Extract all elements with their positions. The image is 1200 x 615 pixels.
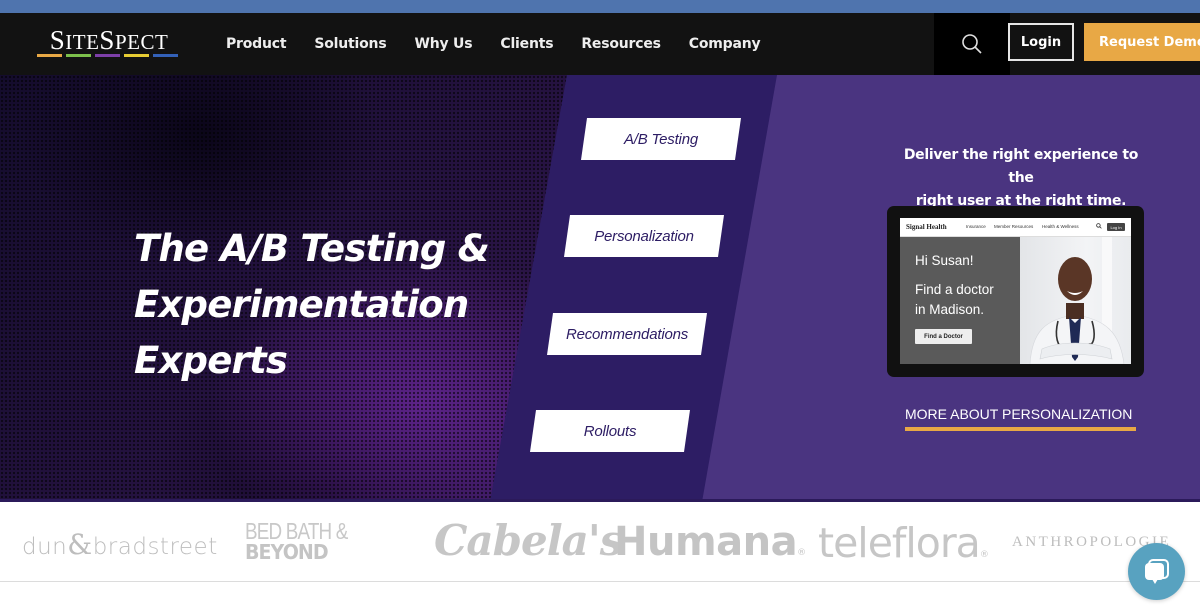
sitespect-logo[interactable]: SITESPECT [36, 26, 182, 60]
mockup-link-member-resources: Member Resources [994, 224, 1034, 229]
chat-bubble-icon [1144, 558, 1169, 584]
logo-teleflora: teleflora® [818, 519, 989, 567]
logo-bed-bath-beyond: BED BATH & BEYOND [245, 518, 370, 564]
doctor-illustration [1029, 237, 1125, 364]
nav-why-us[interactable]: Why Us [414, 36, 472, 52]
pill-ab-testing[interactable]: A/B Testing [581, 118, 741, 160]
browser-top-bar [0, 0, 1200, 13]
chat-widget-button[interactable] [1128, 543, 1185, 600]
search-icon [962, 34, 982, 54]
personalization-tagline: Deliver the right experience to the righ… [890, 144, 1152, 213]
login-button[interactable]: Login [1008, 23, 1074, 61]
mockup-message-line-1: Find a doctor [915, 282, 994, 297]
nav-product[interactable]: Product [226, 36, 287, 52]
mockup-link-health-wellness: Health & Wellness [1042, 224, 1079, 229]
request-demo-button[interactable]: Request Demo [1084, 23, 1200, 61]
more-about-personalization-link[interactable]: MORE ABOUT PERSONALIZATION [905, 406, 1132, 422]
nav-solutions[interactable]: Solutions [314, 36, 386, 52]
headline-line-3: Experts [134, 339, 288, 382]
logo-bar-orange [37, 54, 62, 57]
main-nav: Product Solutions Why Us Clients Resourc… [212, 13, 774, 75]
client-logos-strip: dun&bradstreet BED BATH & BEYOND Cabela'… [0, 502, 1200, 582]
site-header: SITESPECT Product Solutions Why Us Clien… [0, 13, 1200, 75]
mockup-message-panel: Hi Susan! Find a doctor in Madison. Find… [900, 237, 1020, 364]
mockup-search-icon [1096, 223, 1102, 229]
mockup-greeting: Hi Susan! [915, 253, 974, 268]
headline-line-1: The A/B Testing & [134, 227, 490, 270]
logo-dun-bradstreet: dun&bradstreet [22, 528, 218, 561]
nav-clients[interactable]: Clients [500, 36, 553, 52]
logo-bar-yellow [124, 54, 149, 57]
nav-resources[interactable]: Resources [581, 36, 661, 52]
mockup-link-insurance: Insurance [966, 224, 986, 229]
mockup-message: Find a doctor in Madison. [915, 280, 994, 320]
pill-label: Rollouts [583, 422, 637, 440]
pill-label: Recommendations [565, 325, 689, 343]
mockup-nav: Signal Health Insurance Member Resources… [900, 218, 1131, 237]
tagline-line-1: Deliver the right experience to the [903, 147, 1139, 186]
pill-recommendations[interactable]: Recommendations [547, 313, 707, 355]
mockup-find-doctor-button: Find a Doctor [915, 329, 972, 344]
pill-rollouts[interactable]: Rollouts [530, 410, 690, 452]
logo-bar-purple [95, 54, 120, 57]
mockup-brand: Signal Health [906, 223, 947, 231]
logo-cabelas: Cabela's [434, 516, 623, 565]
bbb-line-1: BED BATH & [245, 518, 348, 544]
headline-line-2: Experimentation [134, 283, 469, 326]
logo-color-bars [37, 54, 178, 57]
logo-bar-blue [153, 54, 178, 57]
mockup-message-line-2: in Madison. [915, 302, 985, 317]
nav-company[interactable]: Company [689, 36, 761, 52]
tablet-mockup: Signal Health Insurance Member Resources… [887, 206, 1144, 377]
logo-wordmark: SITESPECT [49, 25, 169, 55]
mockup-screen: Signal Health Insurance Member Resources… [900, 218, 1131, 364]
logo-bar-green [66, 54, 91, 57]
pill-personalization[interactable]: Personalization [564, 215, 724, 257]
pill-label: Personalization [594, 227, 694, 245]
logo-humana: Humana® [614, 519, 806, 565]
bbb-line-2: BEYOND [245, 540, 329, 564]
hero-headline: The A/B Testing & Experimentation Expert… [134, 221, 490, 389]
more-link-underline [905, 427, 1136, 431]
mockup-doctor-photo [1020, 237, 1131, 364]
search-button[interactable] [934, 13, 1010, 75]
pill-label: A/B Testing [624, 130, 698, 148]
hero-section: The A/B Testing & Experimentation Expert… [0, 75, 1200, 502]
mockup-login: Log In [1107, 223, 1125, 231]
